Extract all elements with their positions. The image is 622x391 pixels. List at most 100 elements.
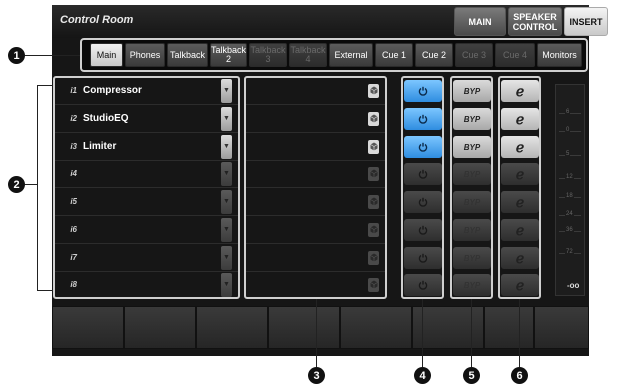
power-icon xyxy=(418,169,428,179)
callout-5: 5 xyxy=(463,367,480,384)
plugin-name[interactable]: StudioEQ xyxy=(83,113,221,124)
plugin-dropdown-icon[interactable]: ▼ xyxy=(221,217,232,242)
preset-cube-icon[interactable] xyxy=(368,83,379,98)
insert-row: i1 Compressor ▼ xyxy=(55,77,238,104)
tab-talkback-3[interactable]: Talkback 3 xyxy=(249,43,287,67)
bottom-button-1[interactable] xyxy=(52,306,124,349)
edit-button[interactable]: ℯ xyxy=(501,163,539,185)
edit-button[interactable]: ℯ xyxy=(501,108,539,130)
plugin-dropdown-icon[interactable]: ▼ xyxy=(221,272,232,297)
bottom-button-5[interactable] xyxy=(340,306,412,349)
power-button[interactable] xyxy=(404,247,442,269)
edit-icon: ℯ xyxy=(515,249,525,266)
power-icon xyxy=(418,225,428,235)
preset-row xyxy=(246,105,385,132)
power-button[interactable] xyxy=(404,274,442,296)
tab-external[interactable]: External xyxy=(329,43,373,67)
bypass-button[interactable]: BYP xyxy=(453,219,491,241)
bottom-button-4[interactable] xyxy=(268,306,340,349)
power-button[interactable] xyxy=(404,108,442,130)
preset-cube-icon[interactable] xyxy=(368,139,379,154)
tab-phones[interactable]: Phones xyxy=(125,43,165,67)
tab-cue-1[interactable]: Cue 1 xyxy=(375,43,413,67)
plugin-dropdown-icon[interactable]: ▼ xyxy=(221,245,232,270)
preset-cube-icon[interactable] xyxy=(368,166,379,181)
bypass-button[interactable]: BYP xyxy=(453,274,491,296)
power-button[interactable] xyxy=(404,219,442,241)
callout-2: 2 xyxy=(8,176,25,193)
power-button[interactable] xyxy=(404,191,442,213)
preset-cube-icon[interactable] xyxy=(368,277,379,292)
power-icon xyxy=(418,142,428,152)
insert-button[interactable]: INSERT xyxy=(564,7,608,36)
plugin-dropdown-icon[interactable]: ▼ xyxy=(221,134,232,159)
edit-button[interactable]: ℯ xyxy=(501,274,539,296)
tab-cue-4[interactable]: Cue 4 xyxy=(495,43,535,67)
preset-cube-icon[interactable] xyxy=(368,194,379,209)
bypass-button[interactable]: BYP xyxy=(453,136,491,158)
callout-2-bracket-top xyxy=(37,85,53,86)
insert-row: i8 ▼ xyxy=(55,271,238,298)
slot-number: i6 xyxy=(70,225,77,234)
main-button[interactable]: MAIN xyxy=(454,7,506,36)
window-title: Control Room xyxy=(60,14,134,26)
bottom-button-7[interactable] xyxy=(484,306,534,349)
edit-icon: ℯ xyxy=(515,193,525,210)
preset-cube-icon[interactable] xyxy=(368,250,379,265)
edit-icon: ℯ xyxy=(515,276,525,293)
edit-button[interactable]: ℯ xyxy=(501,191,539,213)
preset-cube-icon[interactable] xyxy=(368,222,379,237)
speaker-control-button[interactable]: SPEAKER CONTROL xyxy=(508,7,562,36)
insert-row: i4 ▼ xyxy=(55,160,238,187)
power-icon xyxy=(418,86,428,96)
plugin-name[interactable]: Limiter xyxy=(83,141,221,152)
meter-tick-label: 18 xyxy=(565,193,574,199)
edit-button[interactable]: ℯ xyxy=(501,247,539,269)
meter-readout: -oo xyxy=(567,281,580,290)
plugin-dropdown-icon[interactable]: ▼ xyxy=(221,78,232,103)
plugin-name[interactable]: Compressor xyxy=(83,85,221,96)
slot-number: i7 xyxy=(70,253,77,262)
preset-row xyxy=(246,216,385,243)
power-button[interactable] xyxy=(404,163,442,185)
preset-row xyxy=(246,160,385,187)
callout-4-line xyxy=(422,299,423,367)
plugin-dropdown-icon[interactable]: ▼ xyxy=(221,106,232,131)
bypass-button[interactable]: BYP xyxy=(453,80,491,102)
callout-3-line xyxy=(316,299,317,367)
tab-monitors[interactable]: Monitors xyxy=(537,43,582,67)
tab-main[interactable]: Main xyxy=(90,43,123,67)
power-button[interactable] xyxy=(404,136,442,158)
slot-number: i1 xyxy=(70,86,77,95)
plugin-dropdown-icon[interactable]: ▼ xyxy=(221,161,232,186)
power-button[interactable] xyxy=(404,80,442,102)
bypass-button[interactable]: BYP xyxy=(453,247,491,269)
tab-talkback[interactable]: Talkback xyxy=(167,43,208,67)
callout-2-line xyxy=(25,184,37,185)
edit-icon: ℯ xyxy=(515,165,525,182)
preset-row xyxy=(246,271,385,298)
plugin-dropdown-icon[interactable]: ▼ xyxy=(221,189,232,214)
meter-tick-label: 0 xyxy=(565,127,571,133)
meter-tick-label: 12 xyxy=(565,174,574,180)
tab-cue-2[interactable]: Cue 2 xyxy=(415,43,453,67)
preset-row xyxy=(246,77,385,104)
bypass-button[interactable]: BYP xyxy=(453,163,491,185)
tab-talkback-4[interactable]: Talkback 4 xyxy=(289,43,327,67)
preset-cube-icon[interactable] xyxy=(368,111,379,126)
edit-icon: ℯ xyxy=(515,138,525,155)
edit-button[interactable]: ℯ xyxy=(501,80,539,102)
power-icon xyxy=(418,253,428,263)
meter-tick-label: 36 xyxy=(565,227,574,233)
bottom-button-8[interactable] xyxy=(534,306,589,349)
bypass-button[interactable]: BYP xyxy=(453,108,491,130)
tab-cue-3[interactable]: Cue 3 xyxy=(455,43,493,67)
bypass-button[interactable]: BYP xyxy=(453,191,491,213)
meter-tick-label: 6 xyxy=(565,109,571,115)
bottom-button-2[interactable] xyxy=(124,306,196,349)
edit-button[interactable]: ℯ xyxy=(501,136,539,158)
bottom-button-3[interactable] xyxy=(196,306,268,349)
edit-button[interactable]: ℯ xyxy=(501,219,539,241)
preset-row xyxy=(246,244,385,271)
tab-talkback-2[interactable]: Talkback 2 xyxy=(210,43,247,67)
